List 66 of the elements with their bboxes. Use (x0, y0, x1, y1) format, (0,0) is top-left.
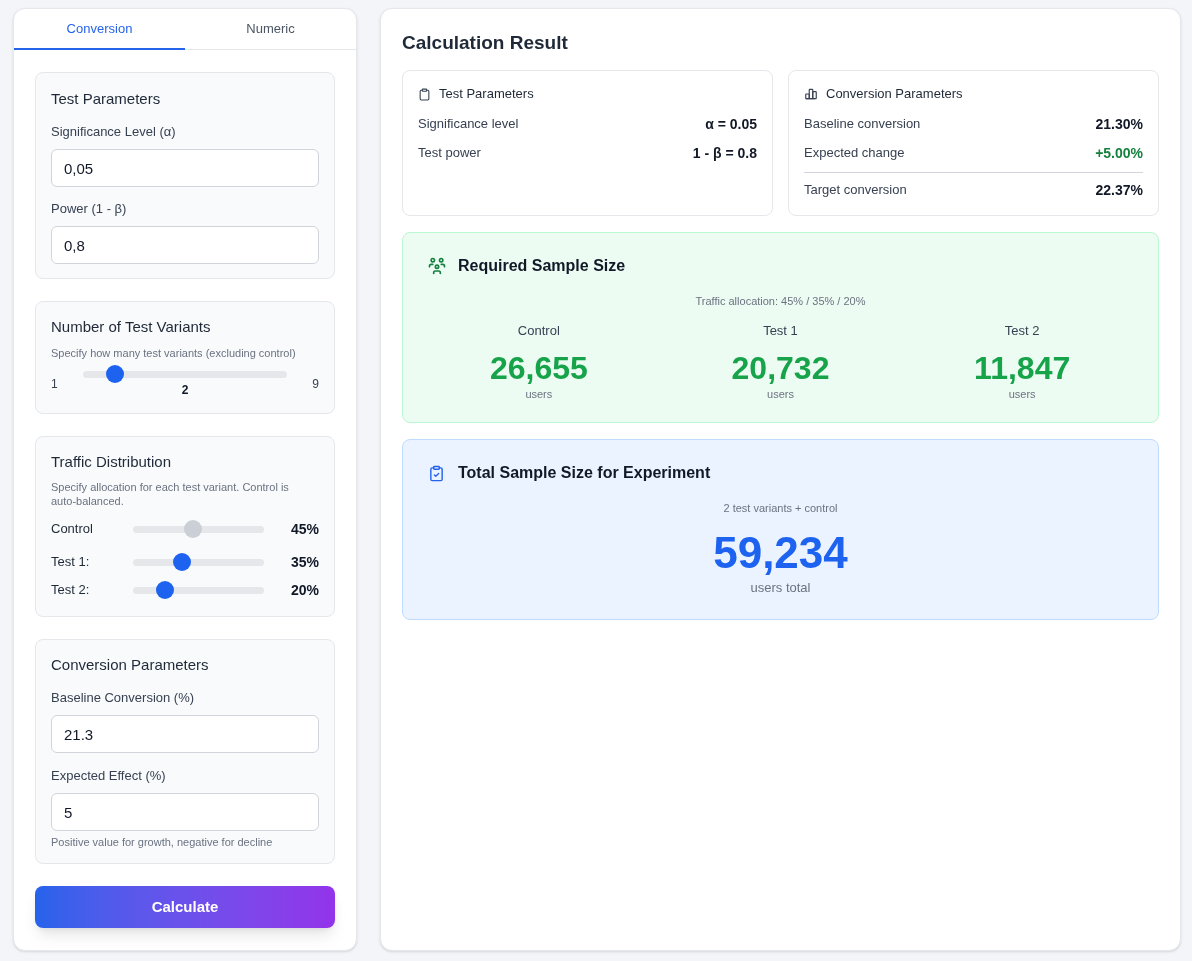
card-title: Test Parameters (439, 85, 534, 103)
slider-track[interactable] (133, 581, 264, 599)
tab[interactable]: Conversion (14, 9, 185, 50)
hint-text: Positive value for growth, negative for decline (51, 835, 274, 849)
clipboard-check-icon (428, 464, 445, 482)
group-name: Test 2 (1004, 322, 1040, 340)
sample-count: 20,732 (731, 350, 830, 386)
slider-thumb[interactable] (106, 365, 125, 383)
sample-count: 26,655 (489, 350, 588, 386)
param-value: 1 - β = 0.8 (692, 144, 757, 162)
group-name: Control (517, 322, 560, 340)
min-label: 1 (51, 376, 59, 392)
sample-count: 11,847 (974, 350, 1071, 386)
input-field[interactable]: 5 (51, 793, 319, 831)
slider-thumb[interactable] (172, 553, 191, 571)
param-label: Test power (418, 144, 481, 162)
variant-label: Control (51, 520, 94, 539)
input-field[interactable]: 21.3 (51, 715, 319, 753)
section-title: Number of Test Variants (51, 317, 212, 337)
people-group-icon (427, 256, 447, 276)
slider-track[interactable] (133, 553, 264, 571)
unit-label: users total (750, 579, 811, 597)
card-heading: Required Sample Size (458, 256, 626, 276)
group-name: Test 1 (763, 322, 798, 340)
allocation-value: 45% (289, 519, 319, 539)
bar-chart-icon (804, 87, 818, 101)
field-label: Power (1 - β) (51, 200, 128, 218)
clipboard-icon (418, 87, 431, 101)
param-label: Baseline conversion (804, 115, 921, 133)
param-value: +5.00% (1095, 144, 1143, 162)
variant-count: 2 (181, 383, 189, 397)
section-title: Test Parameters (51, 89, 162, 109)
field-label: Baseline Conversion (%) (51, 689, 196, 707)
param-label: Expected change (804, 144, 905, 162)
param-label: Target conversion (804, 181, 907, 199)
field-label: Significance Level (α) (51, 123, 177, 141)
input-field[interactable]: 0,05 (51, 149, 319, 187)
unit-label: users (1008, 387, 1036, 401)
card-heading: Total Sample Size for Experiment (458, 463, 711, 483)
param-value: 22.37% (1095, 181, 1143, 199)
unit-label: users (767, 387, 794, 401)
allocation-note: Traffic allocation: 45% / 35% / 20% (695, 294, 866, 308)
allocation-value: 20% (289, 580, 319, 600)
result-title: Calculation Result (402, 31, 569, 55)
input-field[interactable]: 0,8 (51, 226, 319, 264)
total-count: 59,234 (713, 529, 848, 577)
card-title: Conversion Parameters (826, 85, 963, 103)
unit-label: users (525, 387, 553, 401)
param-label: Significance level (418, 115, 519, 133)
hint-text: Specify allocation for each test variant. Control is auto-balanced. (51, 480, 290, 508)
slider-thumb[interactable] (155, 581, 174, 599)
slider-track[interactable] (83, 365, 287, 383)
slider-track[interactable] (133, 520, 264, 538)
variant-label: Test 2: (51, 581, 91, 600)
max-label: 9 (311, 376, 319, 392)
hint-text: Specify how many test variants (excluding control) (51, 346, 297, 360)
allocation-value: 35% (289, 552, 319, 572)
variants-note: 2 test variants + control (723, 501, 838, 515)
param-value: α = 0.05 (705, 115, 757, 133)
calculate-button[interactable]: Calculate (35, 886, 335, 928)
section-title: Traffic Distribution (51, 452, 173, 472)
variant-label: Test 1: (51, 553, 91, 572)
param-value: 21.30% (1095, 115, 1143, 133)
field-label: Expected Effect (%) (51, 767, 167, 785)
section-title: Conversion Parameters (51, 655, 210, 675)
tab[interactable]: Numeric (185, 9, 356, 50)
